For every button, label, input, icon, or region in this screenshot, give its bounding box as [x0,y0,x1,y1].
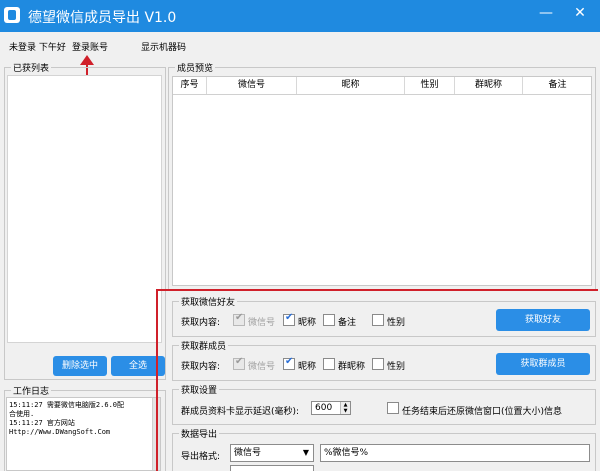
get-members-button[interactable]: 获取群成员 [496,353,590,375]
work-log: 15:11:27 需要微信电脑版2.6.0配 合使用. 15:11:27 官方网… [6,397,161,471]
members-groupnick-checkbox[interactable] [323,358,335,370]
login-status: 未登录 下午好 [9,43,66,53]
log-line: 合使用. [9,410,35,418]
fetch-settings-label: 获取设置 [179,383,220,396]
members-gender-label: 性别 [387,362,406,372]
data-export-label: 数据导出 [179,427,220,440]
export-format-select[interactable]: 微信号 ▼ [230,444,314,462]
delay-spinner[interactable]: 600 ▲ ▼ [311,401,351,415]
members-groupnick-label: 群昵称 [338,362,366,372]
title-bar: 德望微信成员导出 V1.0 — ✕ [0,0,600,32]
export-format-text: %微信号% [324,448,369,458]
members-wechatid-checkbox[interactable] [233,356,245,370]
minimize-button[interactable]: — [532,2,560,24]
members-nickname-label: 昵称 [298,362,317,372]
second-format-select[interactable] [230,465,314,471]
column-header[interactable]: 昵称 [297,77,405,94]
column-header[interactable]: 性别 [405,77,455,94]
friends-wechatid-label: 微信号 [248,318,276,328]
select-all-button[interactable]: 全选 [111,356,165,376]
friends-nickname-checkbox[interactable] [283,312,295,326]
column-header[interactable]: 备注 [523,77,592,94]
app-logo-icon [4,7,20,23]
get-friends-label: 获取微信好友 [179,295,238,308]
spinner-arrows-icon[interactable]: ▲ ▼ [340,402,350,414]
members-gender-checkbox[interactable] [372,358,384,370]
friends-gender-label: 性别 [387,318,406,328]
members-nickname-checkbox[interactable] [283,356,295,370]
close-button[interactable]: ✕ [566,2,594,24]
get-friends-button[interactable]: 获取好友 [496,309,590,331]
member-preview-table[interactable]: 序号 微信号 昵称 性别 群昵称 备注 [172,76,592,286]
delay-label: 群成员资料卡显示延迟(毫秒): [181,407,300,417]
fetched-list-label: 已获列表 [11,61,52,74]
friends-content-label: 获取内容: [181,318,221,328]
restore-window-label: 任务结束后还原微信窗口(位置大小)信息 [402,407,563,417]
window-title: 德望微信成员导出 V1.0 [28,10,177,26]
export-format-label: 导出格式: [181,452,221,462]
member-preview-label: 成员预览 [175,61,216,74]
restore-window-checkbox[interactable] [387,402,399,414]
friends-wechatid-checkbox[interactable] [233,312,245,326]
log-line: Http://Www.DWangSoft.Com [9,428,111,436]
friends-remark-checkbox[interactable] [323,314,335,326]
export-format-input[interactable]: %微信号% [320,444,590,462]
friends-remark-label: 备注 [338,318,357,328]
log-scrollbar[interactable] [152,398,160,470]
log-line: 15:11:27 官方网站 [9,419,75,427]
chevron-down-icon: ▼ [302,448,309,457]
friends-gender-checkbox[interactable] [372,314,384,326]
table-header: 序号 微信号 昵称 性别 群昵称 备注 [173,77,591,95]
delete-selected-button[interactable]: 删除选中 [53,356,107,376]
work-log-label: 工作日志 [11,384,52,397]
column-header[interactable]: 微信号 [207,77,297,94]
show-machine-code-link[interactable]: 显示机器码 [141,40,186,53]
fetched-list[interactable] [7,75,162,343]
get-members-label: 获取群成员 [179,339,229,352]
friends-nickname-label: 昵称 [298,318,317,328]
column-header[interactable]: 序号 [173,77,207,94]
column-header[interactable]: 群昵称 [455,77,523,94]
login-account-link[interactable]: 登录账号 [72,40,108,53]
log-line: 15:11:27 需要微信电脑版2.6.0配 [9,401,125,409]
delay-value: 600 [315,403,333,413]
members-wechatid-label: 微信号 [248,362,276,372]
annotation-arrowhead-icon [80,55,94,65]
members-content-label: 获取内容: [181,362,221,372]
export-format-selected: 微信号 [234,448,262,458]
